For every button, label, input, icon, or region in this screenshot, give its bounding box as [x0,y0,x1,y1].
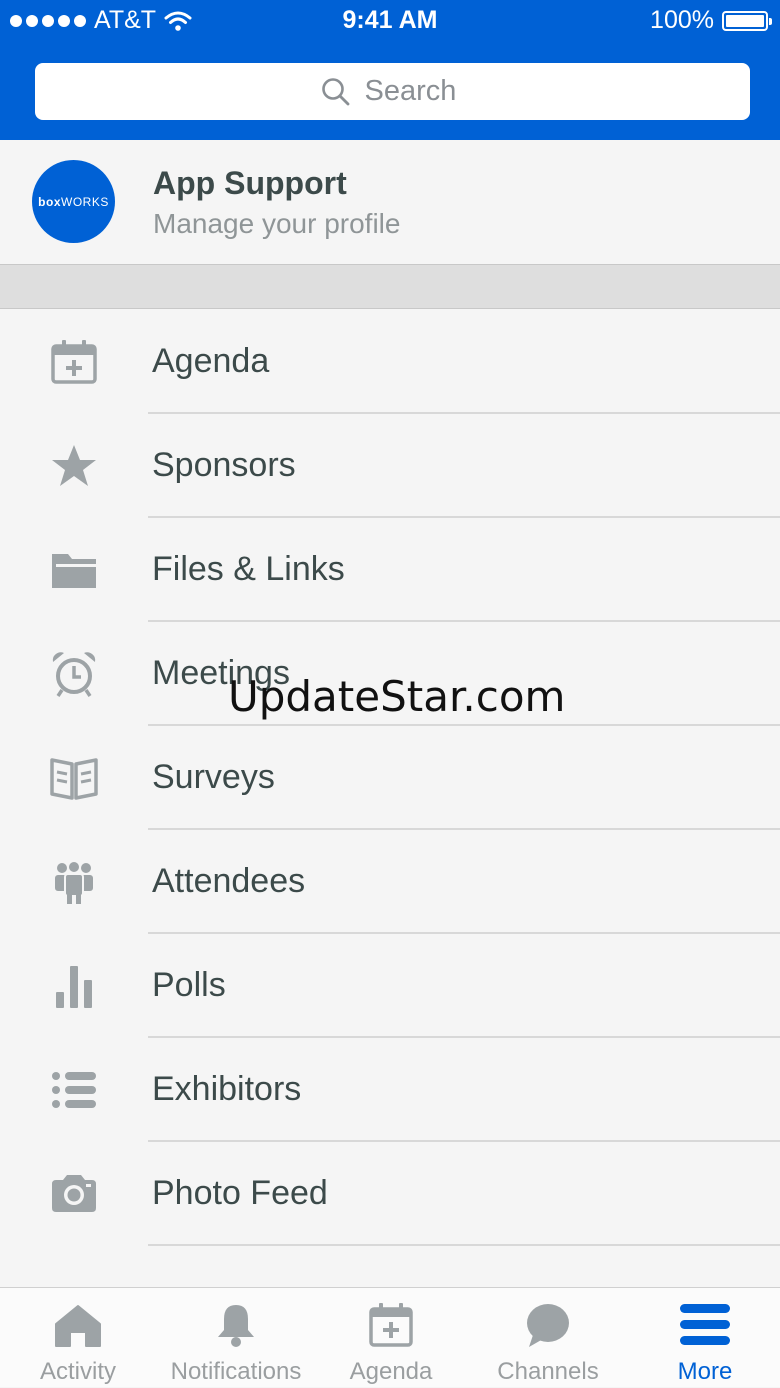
profile-row[interactable]: box WORKS App Support Manage your profile [0,140,780,265]
section-divider [0,265,780,309]
tab-label: More [677,1358,733,1385]
menu-item-label: Sponsors [152,446,296,484]
avatar-logo-box: box [38,194,61,209]
profile-subtitle: Manage your profile [153,208,401,239]
calendar-add-icon [369,1303,413,1347]
tab-activity[interactable]: Activity [0,1288,156,1388]
menu-item-attendees[interactable]: Attendees [0,830,780,934]
menu-item-label: Polls [152,966,226,1004]
menu-item-label: Attendees [152,862,306,900]
tab-label: Channels [497,1358,599,1385]
app-header: AT&T 9:41 AM 100% [0,0,780,140]
bell-icon [218,1305,254,1347]
menu-item-meetings[interactable]: Meetings [0,622,780,726]
hamburger-icon [680,1304,730,1345]
home-icon [55,1305,101,1347]
list-icon [52,1072,96,1108]
search-input[interactable] [364,75,465,108]
menu-item-label: Files & Links [152,550,345,588]
menu-item-surveys[interactable]: Surveys [0,726,780,830]
menu-item-label: Exhibitors [152,1070,302,1108]
open-book-icon [50,758,98,800]
alarm-clock-icon [52,652,96,697]
menu-item-label: Surveys [152,758,275,796]
menu-item-label: Agenda [152,342,270,380]
tab-bar: Activity Notifications Agenda Channels M… [0,1287,780,1387]
star-icon [52,445,96,486]
avatar-logo-works: WORKS [61,194,109,209]
separator [148,1244,780,1246]
avatar: box WORKS [32,160,115,243]
camera-icon [52,1175,96,1212]
menu-item-polls[interactable]: Polls [0,934,780,1038]
menu-item-label: Photo Feed [152,1174,328,1212]
tab-agenda[interactable]: Agenda [316,1288,466,1388]
chat-bubble-icon [527,1304,569,1347]
more-menu-list: Agenda Sponsors Files & Links Meetings S… [0,310,780,1246]
battery-icon [722,10,772,31]
calendar-add-icon [51,340,97,384]
search-bar[interactable] [35,63,750,120]
battery-percent: 100% [650,6,714,34]
search-icon [321,77,349,105]
tab-channels[interactable]: Channels [466,1288,630,1388]
people-icon [55,860,93,904]
tab-more[interactable]: More [630,1288,780,1388]
tab-label: Agenda [349,1358,433,1385]
menu-item-photo-feed[interactable]: Photo Feed [0,1142,780,1246]
folder-icon [52,554,96,588]
tab-notifications[interactable]: Notifications [156,1288,316,1388]
status-bar: AT&T 9:41 AM 100% [0,0,780,42]
profile-name: App Support [153,165,347,201]
tab-label: Activity [39,1358,116,1385]
menu-item-exhibitors[interactable]: Exhibitors [0,1038,780,1142]
menu-item-sponsors[interactable]: Sponsors [0,414,780,518]
bar-chart-icon [56,966,92,1008]
status-right: 100% [650,6,772,35]
menu-item-label: Meetings [152,654,290,692]
tab-label: Notifications [170,1358,302,1385]
menu-item-files-links[interactable]: Files & Links [0,518,780,622]
menu-item-agenda[interactable]: Agenda [0,310,780,414]
